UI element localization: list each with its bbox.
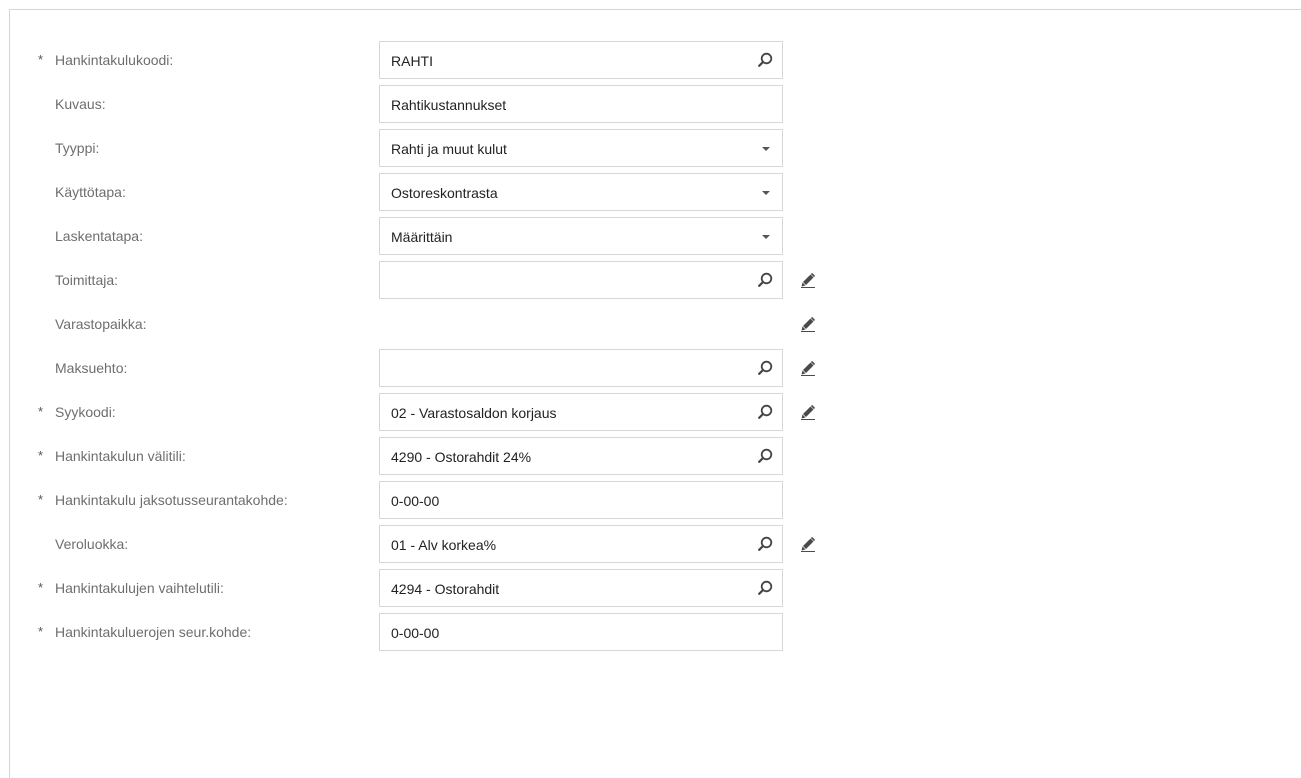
required-marker: * bbox=[38, 52, 44, 67]
form-row: * Hankintakulujen vaihtelutili: 4294 - Ost… bbox=[10, 569, 910, 607]
field-label: Laskentatapa: bbox=[55, 228, 143, 244]
field-label: Hankintakulukoodi: bbox=[55, 52, 174, 68]
field-input[interactable] bbox=[379, 261, 783, 299]
field-input[interactable]: 0-00-00 bbox=[379, 613, 783, 651]
field-input[interactable]: Määrittäin bbox=[379, 217, 783, 255]
field-value: Määrittäin bbox=[391, 229, 453, 245]
field-value: 4290 - Ostorahdit 24% bbox=[391, 449, 532, 465]
required-marker: * bbox=[38, 624, 44, 639]
field-label: Veroluokka: bbox=[55, 536, 129, 552]
required-marker: * bbox=[38, 580, 44, 595]
form-row: Toimittaja: bbox=[10, 261, 910, 299]
form-row: Varastopaikka: bbox=[10, 305, 910, 343]
form-row: Maksuehto: bbox=[10, 349, 910, 387]
field-label: Käyttötapa: bbox=[55, 184, 126, 200]
field-label: Toimittaja: bbox=[55, 272, 119, 288]
form-row: * Hankintakulun välitili: 4290 - Ostorahdi… bbox=[10, 437, 910, 475]
pencil-icon[interactable] bbox=[799, 535, 817, 553]
required-marker: * bbox=[38, 448, 44, 463]
field-label: Tyyppi: bbox=[55, 140, 100, 156]
field-label: Syykoodi: bbox=[55, 404, 116, 420]
field-value: Ostoreskontrasta bbox=[391, 185, 498, 201]
form-row: * Syykoodi: 02 - Varastosaldon korjaus bbox=[10, 393, 910, 431]
field-value: Rahti ja muut kulut bbox=[391, 141, 507, 157]
chevron-down-icon[interactable] bbox=[760, 233, 772, 241]
field-label: Hankintakuluerojen seur.kohde: bbox=[55, 624, 252, 640]
form-row: Laskentatapa: Määrittäin bbox=[10, 217, 910, 255]
search-icon[interactable] bbox=[756, 535, 774, 553]
field-value: Rahtikustannukset bbox=[391, 97, 507, 113]
field-input[interactable]: RAHTI bbox=[379, 41, 783, 79]
field-label: Hankintakulun välitili: bbox=[55, 448, 186, 464]
field-input[interactable]: Rahti ja muut kulut bbox=[379, 129, 783, 167]
pencil-icon[interactable] bbox=[799, 403, 817, 421]
pencil-icon[interactable] bbox=[799, 315, 817, 333]
field-input[interactable]: 02 - Varastosaldon korjaus bbox=[379, 393, 783, 431]
search-icon[interactable] bbox=[756, 579, 774, 597]
field-value: 4294 - Ostorahdit bbox=[391, 581, 500, 597]
field-label: Hankintakulu jaksotusseurantakohde: bbox=[55, 492, 288, 508]
field-label: Kuvaus: bbox=[55, 96, 106, 112]
field-value: 02 - Varastosaldon korjaus bbox=[391, 405, 557, 421]
search-icon[interactable] bbox=[756, 51, 774, 69]
field-label: Varastopaikka: bbox=[55, 316, 147, 332]
pencil-icon[interactable] bbox=[799, 271, 817, 289]
field-input[interactable]: 4290 - Ostorahdit 24% bbox=[379, 437, 783, 475]
field-input[interactable] bbox=[379, 349, 783, 387]
field-value: 01 - Alv korkea% bbox=[391, 537, 497, 553]
form-row: Tyyppi: Rahti ja muut kulut bbox=[10, 129, 910, 167]
field-value: 0-00-00 bbox=[391, 625, 440, 641]
form-row: Kuvaus: Rahtikustannukset bbox=[10, 85, 910, 123]
search-icon[interactable] bbox=[756, 359, 774, 377]
form-panel: * Hankintakulukoodi: RAHTI Kuvaus: Rahtikust… bbox=[9, 9, 1301, 778]
field-input[interactable]: Ostoreskontrasta bbox=[379, 173, 783, 211]
field-label: Hankintakulujen vaihtelutili: bbox=[55, 580, 224, 596]
field-value: 0-00-00 bbox=[391, 493, 440, 509]
field-label: Maksuehto: bbox=[55, 360, 128, 376]
field-input[interactable]: Rahtikustannukset bbox=[379, 85, 783, 123]
search-icon[interactable] bbox=[756, 271, 774, 289]
field-input[interactable]: 4294 - Ostorahdit bbox=[379, 569, 783, 607]
required-marker: * bbox=[38, 492, 44, 507]
field-input[interactable]: 0-00-00 bbox=[379, 481, 783, 519]
search-icon[interactable] bbox=[756, 403, 774, 421]
form-row: * Hankintakulu jaksotusseurantakohde: 0-00… bbox=[10, 481, 910, 519]
form-row: * Hankintakulukoodi: RAHTI bbox=[10, 41, 910, 79]
pencil-icon[interactable] bbox=[799, 359, 817, 377]
form-row: Käyttötapa: Ostoreskontrasta bbox=[10, 173, 910, 211]
form-row: * Hankintakuluerojen seur.kohde: 0-00-00 bbox=[10, 613, 910, 651]
required-marker: * bbox=[38, 404, 44, 419]
field-input[interactable]: 01 - Alv korkea% bbox=[379, 525, 783, 563]
field-value: RAHTI bbox=[391, 53, 433, 69]
chevron-down-icon[interactable] bbox=[760, 189, 772, 197]
form-row: Veroluokka: 01 - Alv korkea% bbox=[10, 525, 910, 563]
search-icon[interactable] bbox=[756, 447, 774, 465]
chevron-down-icon[interactable] bbox=[760, 145, 772, 153]
